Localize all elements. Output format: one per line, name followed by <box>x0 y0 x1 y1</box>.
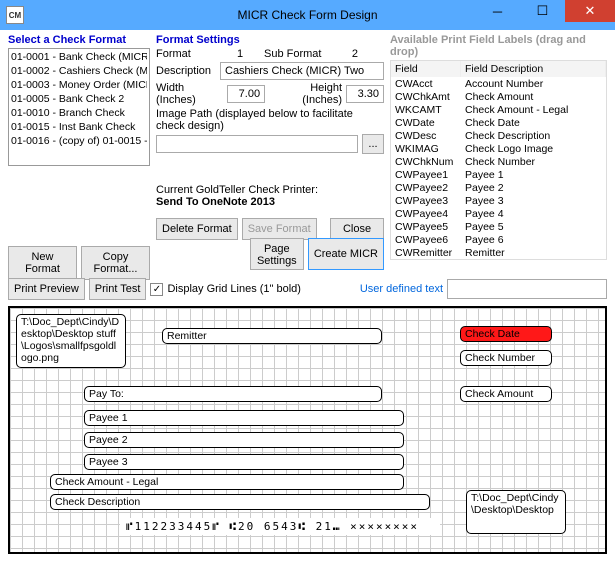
height-label: Height (Inches) <box>273 82 342 106</box>
field-pay-to[interactable]: Pay To: <box>84 386 382 402</box>
field-desc[interactable]: Payee 1 <box>461 168 606 181</box>
description-input[interactable] <box>220 62 384 80</box>
field-name[interactable]: CWPayee3 <box>391 194 461 207</box>
print-preview-button[interactable]: Print Preview <box>8 278 85 300</box>
field-desc[interactable]: Check Date <box>461 116 606 129</box>
list-item[interactable]: 01-0005 - Bank Check 2 <box>11 92 147 106</box>
close-window-button[interactable]: ✕ <box>565 0 615 22</box>
field-description[interactable]: Check Description <box>50 494 430 510</box>
image-path-label: Image Path (displayed below to facilitat… <box>156 108 384 132</box>
field-name[interactable]: WKIMAG <box>391 142 461 155</box>
field-name[interactable]: CWPayee4 <box>391 207 461 220</box>
subformat-value: 2 <box>328 48 358 60</box>
printer-label: Current GoldTeller Check Printer: <box>156 184 384 196</box>
delete-format-button[interactable]: Delete Format <box>156 218 238 240</box>
field-name[interactable]: CWChkAmt <box>391 90 461 103</box>
maximize-button[interactable]: ☐ <box>520 0 565 22</box>
minimize-button[interactable]: ─ <box>475 0 520 22</box>
height-input[interactable] <box>346 85 384 103</box>
list-item[interactable]: 01-0010 - Branch Check <box>11 106 147 120</box>
field-name[interactable]: CWAcct <box>391 77 461 90</box>
format-value: 1 <box>220 48 260 60</box>
field-name[interactable]: CWPayee6 <box>391 233 461 246</box>
field-payee3[interactable]: Payee 3 <box>84 454 404 470</box>
field-payee1[interactable]: Payee 1 <box>84 410 404 426</box>
field-desc[interactable]: Check Logo Image <box>461 142 606 155</box>
subformat-label: Sub Format <box>264 48 324 60</box>
field-name[interactable]: CWChkNum <box>391 155 461 168</box>
copy-format-button[interactable]: Copy Format... <box>81 246 150 280</box>
field-desc[interactable]: Check Description <box>461 129 606 142</box>
description-label: Description <box>156 65 216 77</box>
field-check-date[interactable]: Check Date <box>460 326 552 342</box>
col-field: Field <box>391 61 461 77</box>
field-desc[interactable]: Check Amount - Legal <box>461 103 606 116</box>
create-micr-button[interactable]: Create MICR <box>308 238 384 270</box>
new-format-button[interactable]: New Format <box>8 246 77 280</box>
list-item[interactable]: 01-0001 - Bank Check (MICR) ... <box>11 50 147 64</box>
list-item[interactable]: 01-0015 - Inst Bank Check <box>11 120 147 134</box>
field-name[interactable]: CWDesc <box>391 129 461 142</box>
check-canvas[interactable]: T:\Doc_Dept\Cindy\Desktop\Desktop stuff\… <box>8 306 607 554</box>
field-desc[interactable]: Payee 2 <box>461 181 606 194</box>
window-title: MICR Check Form Design <box>237 8 377 22</box>
app-icon: CM <box>6 6 24 24</box>
format-list[interactable]: 01-0001 - Bank Check (MICR) ... 01-0002 … <box>8 48 150 166</box>
select-format-title: Select a Check Format <box>8 34 150 46</box>
field-desc[interactable]: Remitter <box>461 246 606 259</box>
page-settings-button[interactable]: Page Settings <box>250 238 304 270</box>
display-grid-checkbox[interactable]: ✓ <box>150 283 163 296</box>
field-desc[interactable]: Check Amount <box>461 90 606 103</box>
field-remitter[interactable]: Remitter <box>162 328 382 344</box>
field-amount-legal[interactable]: Check Amount - Legal <box>50 474 404 490</box>
user-defined-text-input[interactable] <box>447 279 607 299</box>
field-check-amount[interactable]: Check Amount <box>460 386 552 402</box>
field-check-number[interactable]: Check Number <box>460 350 552 366</box>
micr-line[interactable]: ⑈112233445⑈ ⑆20 6543⑆ 21⑉ ×××××××× <box>120 518 440 535</box>
field-name[interactable]: CWPayee1 <box>391 168 461 181</box>
width-label: Width (Inches) <box>156 82 223 106</box>
field-desc[interactable]: Payee 4 <box>461 207 606 220</box>
field-desc[interactable]: Payee 5 <box>461 220 606 233</box>
width-input[interactable] <box>227 85 265 103</box>
field-desc[interactable]: Check Number <box>461 155 606 168</box>
field-desc[interactable]: Payee 3 <box>461 194 606 207</box>
user-defined-text-label: User defined text <box>360 283 443 295</box>
field-desc[interactable]: Payee 6 <box>461 233 606 246</box>
close-button[interactable]: Close <box>330 218 384 240</box>
list-item[interactable]: 01-0003 - Money Order (MICR) - ... <box>11 78 147 92</box>
format-label: Format <box>156 48 216 60</box>
display-grid-label: Display Grid Lines (1" bold) <box>167 283 301 295</box>
field-name[interactable]: CWPayee5 <box>391 220 461 233</box>
field-name[interactable]: CWDate <box>391 116 461 129</box>
list-item[interactable]: 01-0002 - Cashiers Check (MIC... <box>11 64 147 78</box>
field-name[interactable]: CWPayee2 <box>391 181 461 194</box>
print-test-button[interactable]: Print Test <box>89 278 147 300</box>
save-format-button: Save Format <box>242 218 317 240</box>
image-path-input[interactable] <box>156 135 358 153</box>
col-desc: Field Description <box>461 61 606 77</box>
field-payee2[interactable]: Payee 2 <box>84 432 404 448</box>
field-name[interactable]: WKCAMT <box>391 103 461 116</box>
list-item[interactable]: 01-0016 - (copy of) 01-0015 - Inst <box>11 134 147 148</box>
printer-value: Send To OneNote 2013 <box>156 196 384 208</box>
available-fields-title: Available Print Field Labels (drag and d… <box>390 34 607 58</box>
title-bar: CM MICR Check Form Design ─ ☐ ✕ <box>0 0 615 30</box>
field-logo-path[interactable]: T:\Doc_Dept\Cindy\Desktop\Desktop stuff\… <box>16 314 126 368</box>
field-desc[interactable]: Account Number <box>461 77 606 90</box>
browse-button[interactable]: ... <box>362 134 384 154</box>
field-name[interactable]: CWRemitter <box>391 246 461 259</box>
available-fields-grid[interactable]: Field Field Description CWAcctAccount Nu… <box>390 60 607 260</box>
format-settings-title: Format Settings <box>156 34 384 46</box>
field-sig-path[interactable]: T:\Doc_Dept\Cindy\Desktop\Desktop <box>466 490 566 534</box>
